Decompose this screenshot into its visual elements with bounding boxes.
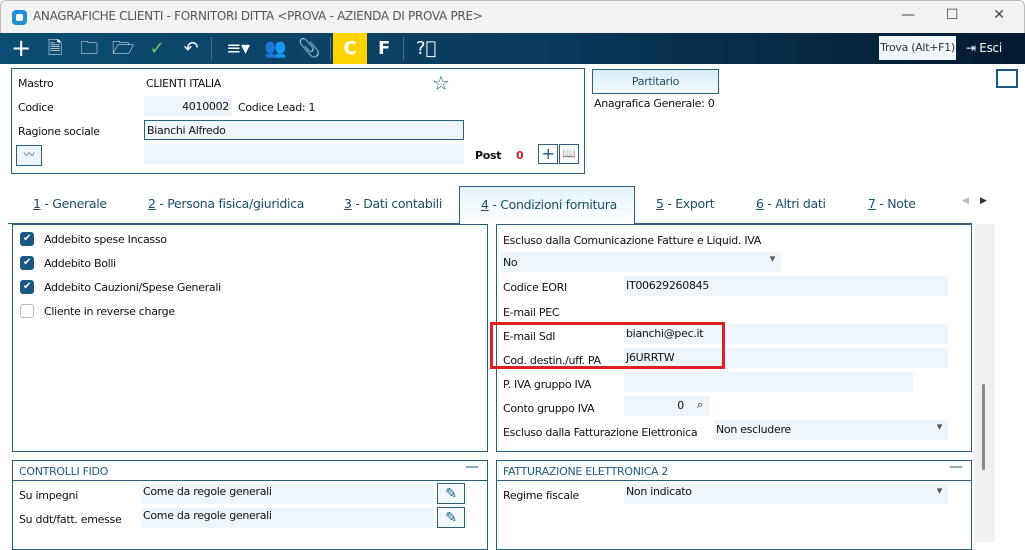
checkbox-addebito-bolli[interactable]: ✔: [20, 256, 34, 270]
edit-pencil-icon[interactable]: ✎: [437, 483, 465, 504]
escluso-fe-select[interactable]: Non escludere: [714, 420, 948, 440]
checkbox-label: Cliente in reverse charge: [44, 305, 175, 318]
check-icon[interactable]: ✓: [142, 33, 172, 64]
search-icon[interactable]: ⌕: [697, 398, 703, 412]
ragione-sociale-input[interactable]: Bianchi Alfredo: [144, 120, 464, 140]
tab-scroll-right-icon[interactable]: ▶: [980, 196, 987, 206]
c-button[interactable]: C: [333, 33, 367, 64]
document-icon[interactable]: 🗎: [40, 33, 70, 64]
eori-input[interactable]: IT00629260845: [624, 276, 948, 296]
impegni-label: Su impegni: [19, 489, 78, 502]
ddt-label: Su ddt/fatt. emesse: [19, 513, 122, 526]
tab-dati-contabili[interactable]: 3 - Dati contabili: [344, 196, 442, 211]
exit-label: Esci: [979, 41, 1002, 55]
piva-gruppo-input[interactable]: [624, 372, 913, 392]
maximize-button[interactable]: ☐: [942, 7, 962, 23]
controlli-fido-panel: CONTROLLI FIDO — Su impegni Come da rego…: [12, 459, 488, 550]
regime-label: Regime fiscale: [503, 489, 580, 502]
tab-generale[interactable]: 1 - Generale: [33, 196, 107, 211]
collapse-icon[interactable]: —: [949, 459, 963, 475]
checkbox-label: Addebito spese Incasso: [44, 233, 167, 246]
anagrafica-generale: Anagrafica Generale: 0: [594, 97, 715, 110]
eori-label: Codice EORI: [503, 281, 567, 294]
users-icon[interactable]: 👥: [260, 33, 290, 64]
mastro-value: CLIENTI ITALIA: [146, 77, 222, 90]
escluso-fe-label: Escluso dalla Fatturazione Elettronica: [503, 426, 698, 439]
window-title: ANAGRAFICHE CLIENTI - FORNITORI DITTA <P…: [33, 9, 483, 23]
fatturazione-elettronica-2-panel: FATTURAZIONE ELETTRONICA 2 — Regime fisc…: [496, 459, 972, 550]
pec-label: E-mail PEC: [503, 306, 560, 319]
folder-open-icon[interactable]: 🗀: [74, 33, 104, 64]
checkbox-addebito-incasso[interactable]: ✔: [20, 232, 34, 246]
title-bar: ANAGRAFICHE CLIENTI - FORNITORI DITTA <P…: [0, 0, 1025, 33]
tab-persona[interactable]: 2 - Persona fisica/giuridica: [148, 196, 304, 211]
scrollbar-thumb[interactable]: [982, 384, 985, 470]
tab-condizioni-fornitura[interactable]: 4 - Condizioni fornitura: [459, 186, 635, 224]
escluso-comunicazione-label: Escluso dalla Comunicazione Fatture e Li…: [503, 234, 762, 247]
menu-icon[interactable]: ≡▾: [220, 33, 256, 64]
post-label: Post: [475, 149, 502, 162]
codice-label: Codice: [18, 101, 54, 114]
scrollbar[interactable]: [975, 224, 995, 542]
codice-lead: Codice Lead: 1: [238, 101, 316, 114]
paperclip-icon[interactable]: 📎: [294, 33, 324, 64]
checkbox-label: Addebito Cauzioni/Spese Generali: [44, 281, 221, 294]
help-icon[interactable]: ?⃝: [411, 33, 441, 64]
app-icon: [12, 10, 27, 25]
addebiti-panel: ✔ Addebito spese Incasso ✔ Addebito Boll…: [12, 224, 488, 452]
minimize-button[interactable]: —: [898, 7, 918, 23]
plus-icon[interactable]: +: [6, 33, 36, 64]
toolbar: + 🗎 🗀 🗁 ✓ ↶ ≡▾ 👥 📎 C F ?⃝ Trova (Alt+F1)…: [0, 33, 1025, 64]
collapse-icon[interactable]: —: [465, 459, 479, 475]
checkbox-addebito-cauzioni[interactable]: ✔: [20, 280, 34, 294]
folder-clock-icon[interactable]: 🗁: [108, 33, 138, 64]
close-button[interactable]: ✕: [989, 7, 1009, 23]
exit-icon: ⇥: [966, 41, 980, 55]
ddt-input[interactable]: Come da regole generali: [141, 508, 433, 528]
tab-altri-dati[interactable]: 6 - Altri dati: [756, 196, 826, 211]
panel-toggle-icon[interactable]: [996, 69, 1018, 88]
tab-note[interactable]: 7 - Note: [868, 196, 916, 211]
conto-gruppo-label: Conto gruppo IVA: [503, 402, 595, 415]
escluso-comunicazione-select[interactable]: No: [501, 252, 781, 272]
header-panel: Mastro CLIENTI ITALIA ☆ Codice 4010002 C…: [11, 68, 585, 174]
tab-scroll-left-icon[interactable]: ◀: [962, 196, 969, 206]
post-count: 0: [516, 149, 524, 162]
checkbox-reverse-charge[interactable]: [20, 304, 34, 318]
edit-pencil-icon[interactable]: ✎: [437, 507, 465, 528]
find-button[interactable]: Trova (Alt+F1): [879, 36, 956, 60]
section-title: CONTROLLI FIDO: [19, 465, 109, 478]
favorite-star-icon[interactable]: ☆: [432, 71, 450, 95]
ragione-sociale-label: Ragione sociale: [18, 125, 100, 138]
section-title: FATTURAZIONE ELETTRONICA 2: [503, 465, 669, 478]
exit-button[interactable]: ⇥ Esci: [966, 37, 1002, 59]
undo-icon[interactable]: ↶: [176, 33, 206, 64]
extra-input[interactable]: [144, 144, 464, 164]
codice-input[interactable]: 4010002: [144, 96, 232, 116]
regime-select[interactable]: Non indicato: [624, 484, 948, 504]
piva-gruppo-label: P. IVA gruppo IVA: [503, 378, 592, 391]
chart-check-icon[interactable]: 〰: [16, 145, 42, 166]
partitario-button[interactable]: Partitario: [592, 69, 719, 94]
mastro-label: Mastro: [18, 77, 54, 90]
impegni-input[interactable]: Come da regole generali: [141, 484, 433, 504]
book-icon[interactable]: 📖: [559, 144, 579, 164]
f-button[interactable]: F: [369, 33, 399, 64]
add-post-icon[interactable]: +: [538, 144, 558, 164]
highlight-box: [490, 322, 725, 369]
checkbox-label: Addebito Bolli: [44, 257, 116, 270]
tab-export[interactable]: 5 - Export: [656, 196, 715, 211]
